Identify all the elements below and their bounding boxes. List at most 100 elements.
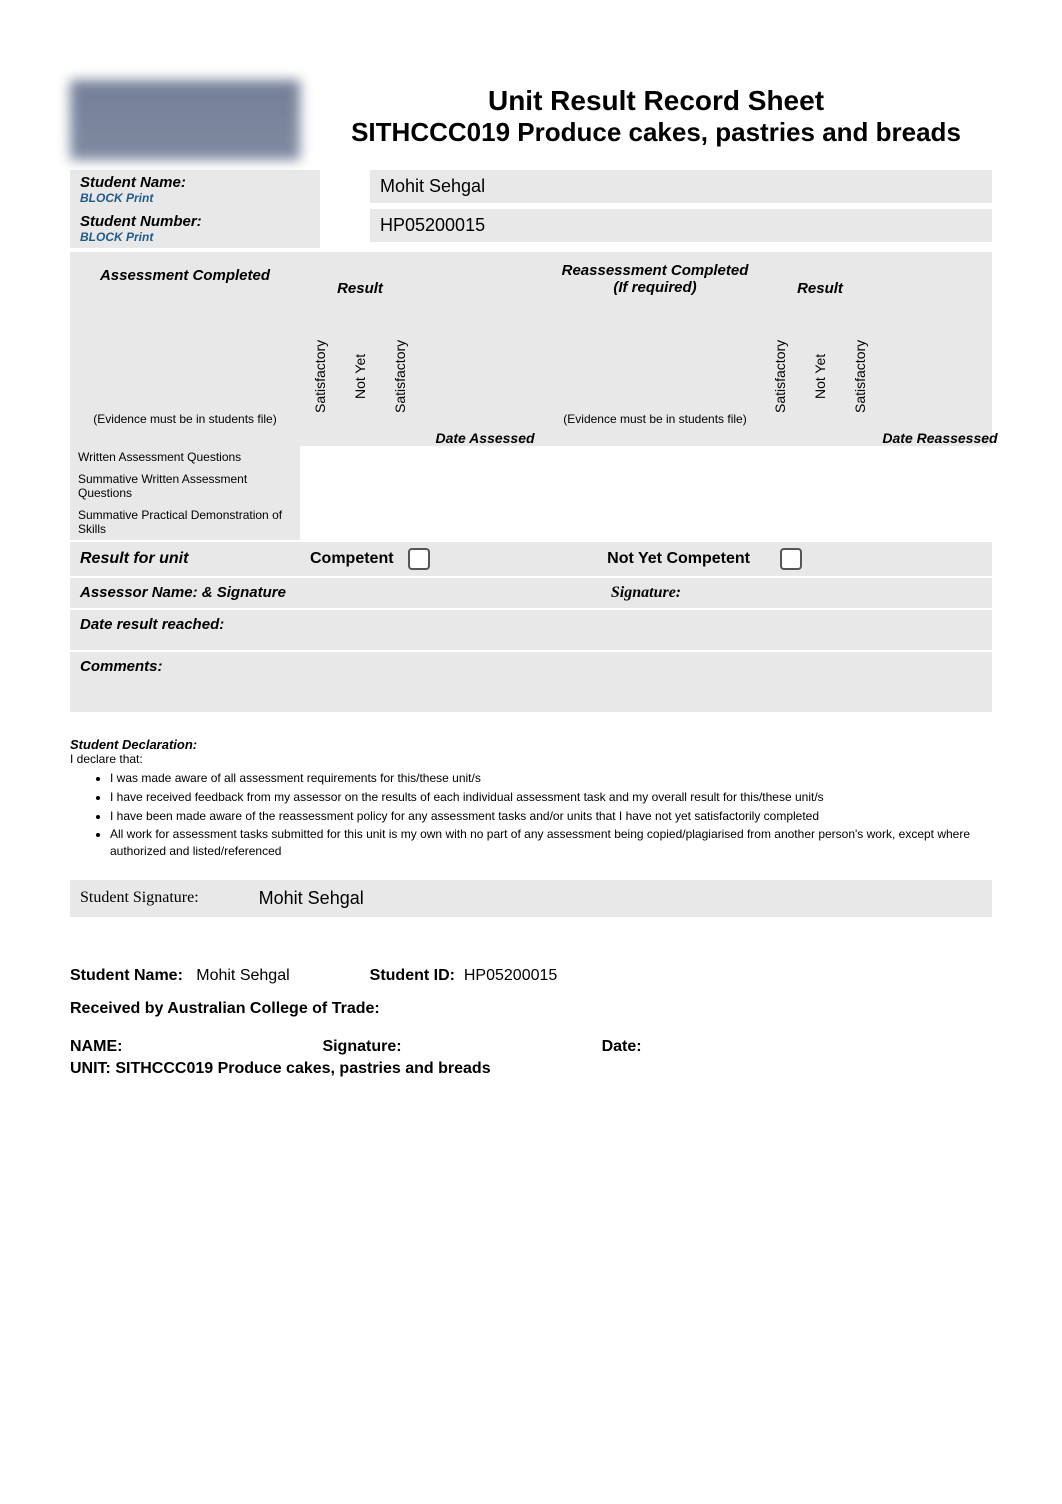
- table-header-2: (Evidence must be in students file) Sati…: [70, 306, 992, 446]
- title-block: Unit Result Record Sheet SITHCCC019 Prod…: [320, 80, 992, 148]
- cell-reassess-evidence: [550, 504, 760, 540]
- assessor-signature-label: Signature:: [300, 578, 992, 608]
- cell-not-yet-2[interactable]: [800, 446, 840, 468]
- cell-satisfactory[interactable]: [300, 446, 340, 468]
- cell-date-assessed[interactable]: [420, 504, 550, 540]
- comments-row: Comments:: [70, 652, 992, 712]
- student-name-value: Mohit Sehgal: [370, 170, 992, 203]
- result-label-1: Result: [300, 252, 420, 306]
- assessor-row: Assessor Name: & Signature Signature:: [70, 578, 992, 608]
- cell-satisfactory-2[interactable]: [760, 504, 800, 540]
- date-result-row: Date result reached:: [70, 610, 992, 650]
- cell-satisfactory-2[interactable]: [760, 446, 800, 468]
- cell-not-yet-sat[interactable]: [380, 504, 420, 540]
- not-yet-competent-checkbox[interactable]: [780, 548, 802, 570]
- main-title: Unit Result Record Sheet: [320, 85, 992, 117]
- footer-block: Student Name: Mohit Sehgal Student ID: H…: [70, 967, 992, 1078]
- not-yet-col-1a: Not Yet: [340, 306, 380, 446]
- cell-not-yet-2[interactable]: [800, 504, 840, 540]
- institution-logo: [70, 80, 300, 160]
- student-signature-label: Student Signature:: [80, 889, 199, 907]
- evidence-note-1: (Evidence must be in students file): [70, 392, 300, 446]
- blank-header: [420, 252, 550, 306]
- cell-not-yet-sat[interactable]: [380, 446, 420, 468]
- competent-cell: Competent: [300, 542, 550, 576]
- footer-date-label: Date:: [602, 1038, 642, 1056]
- competent-label: Competent: [310, 550, 394, 567]
- cell-not-yet[interactable]: [340, 468, 380, 504]
- student-declaration: Student Declaration: I declare that: I w…: [70, 737, 992, 860]
- date-reassessed-col: Date Reassessed: [880, 410, 1000, 446]
- cell-not-yet-sat-2[interactable]: [840, 504, 880, 540]
- cell-satisfactory-2[interactable]: [760, 468, 800, 504]
- not-yet-competent-cell: Not Yet Competent: [550, 544, 760, 574]
- footer-signature-label: Signature:: [322, 1038, 401, 1056]
- declaration-item: I have been made aware of the reassessme…: [110, 808, 992, 825]
- comments-label: Comments:: [70, 652, 300, 712]
- not-yet-competent-label: Not Yet Competent: [607, 550, 750, 567]
- assessment-table: Assessment Completed Result Reassessment…: [70, 252, 992, 540]
- cell-not-yet-sat-2[interactable]: [840, 468, 880, 504]
- evidence-note-2: (Evidence must be in students file): [550, 392, 760, 446]
- cell-satisfactory[interactable]: [300, 504, 340, 540]
- declaration-intro: I declare that:: [70, 752, 992, 766]
- date-result-label: Date result reached:: [70, 610, 300, 650]
- student-signature-row: Student Signature: Mohit Sehgal: [70, 880, 992, 917]
- assessment-completed-label: Assessment Completed: [70, 252, 300, 306]
- not-yet-col-2b: Satisfactory: [840, 306, 880, 446]
- reassessment-completed-label: Reassessment Completed (If required): [550, 252, 760, 306]
- cell-not-yet-sat-2[interactable]: [840, 446, 880, 468]
- row-label: Written Assessment Questions: [70, 446, 300, 468]
- result-for-unit-row: Result for unit Competent Not Yet Compet…: [70, 542, 992, 576]
- table-row: Summative Practical Demonstration of Ski…: [70, 504, 992, 540]
- declaration-item: I have received feedback from my assesso…: [110, 789, 992, 806]
- student-number-value: HP05200015: [370, 209, 992, 242]
- cell-satisfactory[interactable]: [300, 468, 340, 504]
- cell-reassess-evidence: [550, 468, 760, 504]
- block-print-2: BLOCK Print: [80, 230, 310, 244]
- not-yet-col-1b: Satisfactory: [380, 306, 420, 446]
- sub-title: SITHCCC019 Produce cakes, pastries and b…: [320, 117, 992, 148]
- cell-date-reassessed[interactable]: [880, 446, 1000, 468]
- not-yet-competent-checkbox-cell: [760, 542, 992, 576]
- student-name-row: Student Name: BLOCK Print Mohit Sehgal: [70, 170, 992, 209]
- comments-value[interactable]: [300, 652, 992, 712]
- cell-not-yet-2[interactable]: [800, 468, 840, 504]
- unit-footer-line: UNIT: SITHCCC019 Produce cakes, pastries…: [70, 1060, 992, 1078]
- table-row: Summative Written Assessment Questions: [70, 468, 992, 504]
- student-number-label: Student Number:: [80, 213, 310, 230]
- result-label-2: Result: [760, 252, 880, 306]
- student-name-label: Student Name:: [80, 174, 310, 191]
- block-print-1: BLOCK Print: [80, 191, 310, 205]
- declaration-item: I was made aware of all assessment requi…: [110, 770, 992, 787]
- student-number-label-cell: Student Number: BLOCK Print: [70, 209, 320, 248]
- header-row: Unit Result Record Sheet SITHCCC019 Prod…: [70, 80, 992, 160]
- satisfactory-col-2: Satisfactory: [760, 306, 800, 446]
- table-header-1: Assessment Completed Result Reassessment…: [70, 252, 992, 306]
- cell-not-yet[interactable]: [340, 446, 380, 468]
- declaration-item: All work for assessment tasks submitted …: [110, 826, 992, 860]
- date-assessed-col: Date Assessed: [420, 410, 550, 446]
- cell-date-assessed[interactable]: [420, 446, 550, 468]
- student-name-label-cell: Student Name: BLOCK Print: [70, 170, 320, 209]
- result-for-unit-label: Result for unit: [70, 544, 300, 574]
- competent-checkbox[interactable]: [408, 548, 430, 570]
- student-signature-value: Mohit Sehgal: [259, 888, 364, 909]
- cell-date-reassessed[interactable]: [880, 468, 1000, 504]
- cell-date-assessed[interactable]: [420, 468, 550, 504]
- cell-reassess-evidence: [550, 446, 760, 468]
- table-row: Written Assessment Questions: [70, 446, 992, 468]
- received-by-label: Received by Australian College of Trade:: [70, 1000, 992, 1018]
- not-yet-col-2a: Not Yet: [800, 306, 840, 446]
- cell-date-reassessed[interactable]: [880, 504, 1000, 540]
- assessor-label: Assessor Name: & Signature: [70, 578, 300, 608]
- date-result-value[interactable]: [300, 610, 992, 650]
- footer-student-line: Student Name: Mohit Sehgal Student ID: H…: [70, 967, 992, 985]
- declaration-heading: Student Declaration:: [70, 737, 992, 752]
- blank-header: [880, 252, 1000, 306]
- declaration-list: I was made aware of all assessment requi…: [110, 770, 992, 860]
- footer-student-id-label: Student ID:: [370, 967, 455, 984]
- cell-not-yet[interactable]: [340, 504, 380, 540]
- satisfactory-col-1: Satisfactory: [300, 306, 340, 446]
- cell-not-yet-sat[interactable]: [380, 468, 420, 504]
